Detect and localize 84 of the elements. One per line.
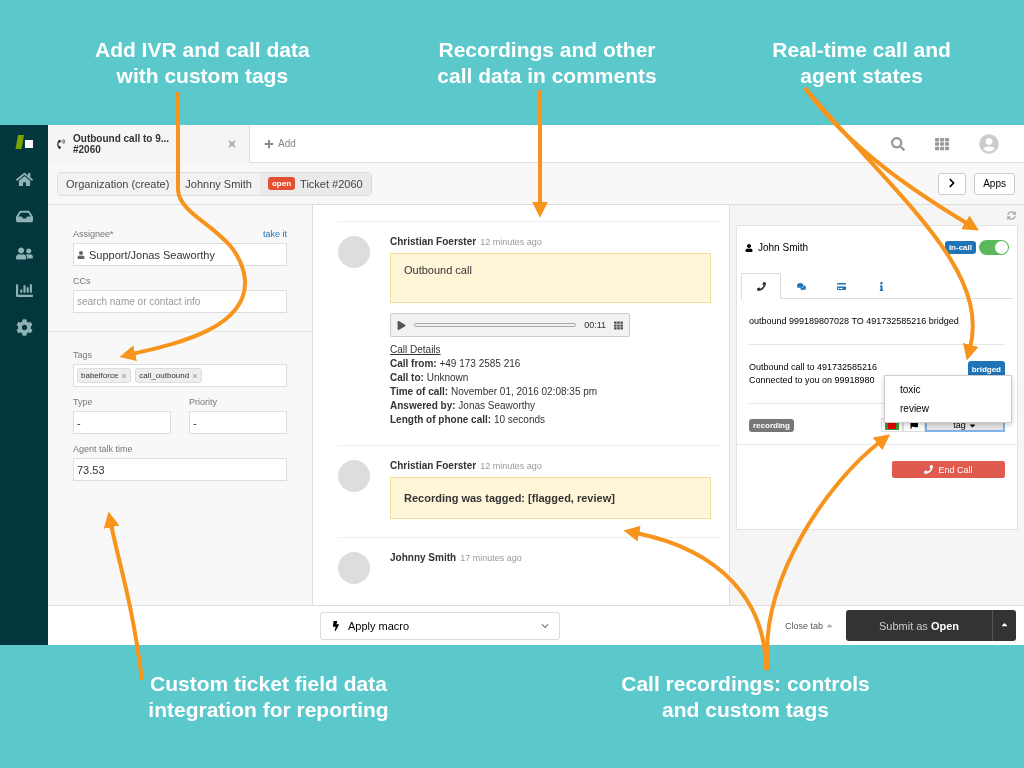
breadcrumb[interactable]: Ticket #2060 [300, 177, 363, 190]
audio-time: 00:11 [584, 320, 606, 330]
comment-time: 17 minutes ago [460, 553, 522, 563]
detail-line: Length of phone call: 10 seconds [390, 414, 546, 425]
inbox-icon[interactable] [15, 208, 33, 225]
bolt-icon [331, 620, 341, 631]
settings-icon[interactable] [15, 319, 33, 336]
comment-author: Christian Foerster 12 minutes ago [390, 236, 543, 247]
tags-field[interactable]: babelforce call_outbound [73, 364, 287, 387]
field-label: Agent talk time [73, 444, 133, 454]
search-icon[interactable] [891, 136, 905, 151]
caret-icon [825, 621, 834, 630]
detail-line: Answered by: Jonas Seaworthy [390, 400, 536, 411]
apps-button[interactable]: Apps [974, 172, 1015, 195]
person-icon [745, 243, 753, 252]
chart-icon[interactable] [15, 282, 33, 299]
tag-chip[interactable]: babelforce [77, 368, 132, 383]
assignee-field[interactable]: Support/Jonas Seaworthy [73, 243, 287, 266]
ticket-tab[interactable]: Outbound call to 9... #2060 [48, 124, 250, 163]
comment-body: Recording was tagged: [flagged, review] [390, 477, 711, 519]
caption: Recordings and other call data in comments [436, 36, 658, 89]
comment-author: Johnny Smith 17 minutes ago [390, 552, 523, 563]
field-label: Assignee* [73, 229, 114, 239]
logo-icon [14, 135, 34, 151]
macro-dropdown[interactable]: Apply macro [320, 611, 560, 640]
grid-icon[interactable] [935, 136, 949, 151]
event-text: Outbound call to 491732585216 [749, 361, 878, 374]
tag-text: babelforce [81, 371, 119, 380]
next-button[interactable] [938, 172, 967, 195]
comment-author: Christian Foerster 12 minutes ago [390, 460, 543, 471]
caption: Add IVR and call data with custom tags [93, 36, 311, 89]
tab-number: #2060 [73, 143, 102, 155]
person-icon [77, 250, 85, 259]
close-tab-link[interactable]: Close tab [784, 620, 834, 631]
caption: Call recordings: controls and custom tags [620, 670, 871, 723]
play-icon[interactable] [397, 320, 406, 330]
tag-chip[interactable]: call_outbound [135, 368, 203, 383]
caller-name: John Smith [758, 242, 809, 253]
phone-icon [56, 138, 66, 149]
field-label: Priority [189, 397, 217, 407]
detail-line: Call from: +49 173 2585 216 [390, 358, 521, 369]
app-tab[interactable] [741, 273, 781, 299]
availability-toggle[interactable] [979, 240, 1009, 255]
breadcrumb[interactable]: Organization (create) [58, 172, 178, 195]
field-label: CCs [73, 276, 91, 286]
chat-icon [796, 282, 806, 291]
event-text: Connected to you on 99918980 [749, 374, 876, 387]
phone-icon [756, 282, 766, 291]
comment-time: 12 minutes ago [480, 237, 542, 247]
take-it-link[interactable]: take it [263, 229, 287, 239]
talk-time-field[interactable]: 73.53 [73, 458, 287, 481]
plus-icon [264, 138, 274, 149]
add-tab[interactable]: Add [264, 138, 296, 149]
state-badge: in-call [944, 241, 976, 254]
event-text: outbound 999189807028 TO 491732585216 bridged [749, 315, 959, 328]
tab-title: Outbound call to 9... [73, 132, 171, 144]
card-icon [836, 282, 846, 291]
priority-field[interactable]: - [189, 411, 287, 434]
submit-button[interactable]: Submit as Open [846, 610, 992, 641]
avatar-icon [338, 552, 370, 584]
contacts-icon[interactable] [15, 245, 33, 262]
chevron-down-icon [541, 621, 549, 630]
caret-icon [1000, 620, 1009, 629]
recording-badge: recording [749, 419, 794, 432]
status-badge: open [268, 177, 296, 190]
avatar-icon [338, 460, 370, 492]
detail-line: Call to: Unknown [390, 372, 469, 383]
details-title: Call Details [390, 344, 441, 355]
phone-icon [924, 465, 934, 474]
type-field[interactable]: - [73, 411, 171, 434]
field-label: Type [73, 397, 93, 407]
field-label: Tags [73, 350, 92, 360]
comment-time: 12 minutes ago [480, 461, 542, 471]
menu-item[interactable]: review [885, 399, 1011, 418]
end-call-button[interactable]: End Call [892, 461, 1005, 478]
caption: Custom ticket field data integration for reporting [147, 670, 390, 723]
comment-body: Outbound call [390, 253, 711, 303]
breadcrumb[interactable]: Johnny Smith [177, 172, 260, 195]
menu-item[interactable]: toxic [885, 380, 1011, 399]
tag-text: call_outbound [139, 371, 190, 380]
detail-line: Time of call: November 01, 2016 02:08:35 pm [390, 386, 598, 397]
avatar-icon [338, 236, 370, 268]
caption: Real-time call and agent states [771, 36, 952, 89]
home-icon[interactable] [15, 171, 33, 188]
